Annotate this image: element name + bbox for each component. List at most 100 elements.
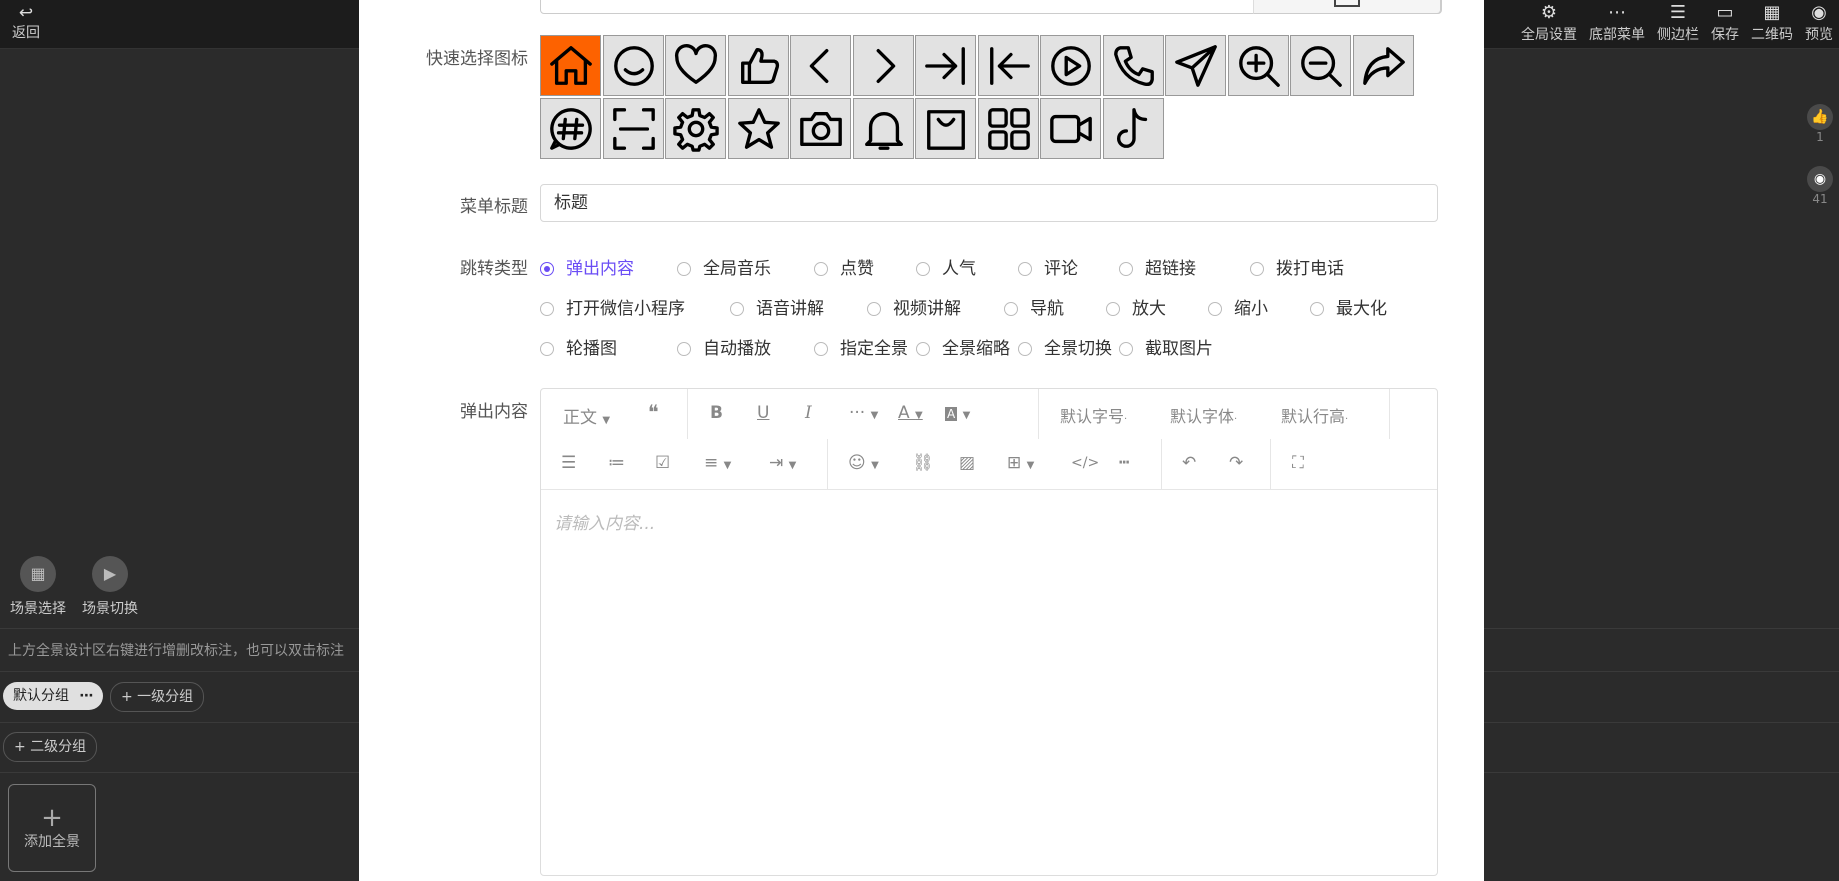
radio-circle[interactable] — [1018, 342, 1032, 356]
quick-icon-option[interactable] — [977, 35, 1039, 96]
bullet-list-icon[interactable]: ☰ — [561, 453, 576, 473]
radio-circle[interactable] — [1250, 262, 1264, 276]
divider-line-icon[interactable]: ┅ — [1119, 453, 1129, 473]
quick-icon-option[interactable] — [727, 35, 789, 96]
default-group-tab[interactable]: 默认分组 ⋯ — [3, 682, 104, 710]
quick-icon-option[interactable] — [540, 97, 601, 159]
toolbar-button-4[interactable]: ▦ 二维码 — [1745, 2, 1799, 44]
radio-circle[interactable] — [814, 262, 828, 276]
jump-type-radio[interactable]: 轮播图 — [540, 334, 617, 359]
quick-icon-option[interactable] — [602, 97, 664, 159]
menu-title-input[interactable] — [540, 184, 1438, 222]
add-level2-group-button[interactable]: + 二级分组 — [3, 732, 98, 762]
add-panorama-button[interactable]: + 添加全景 — [8, 784, 96, 872]
radio-circle[interactable] — [540, 262, 554, 276]
jump-type-radio[interactable]: 截取图片 — [1119, 334, 1213, 359]
jump-type-radio[interactable]: 最大化 — [1310, 294, 1387, 319]
radio-circle[interactable] — [1208, 302, 1222, 316]
quick-icon-option[interactable] — [852, 97, 914, 159]
emoji-icon[interactable]: ☺ ▼ — [848, 453, 879, 473]
quick-icon-option[interactable] — [1102, 97, 1164, 159]
radio-circle[interactable] — [677, 262, 691, 276]
jump-type-radio[interactable]: 放大 — [1106, 294, 1166, 319]
code-icon[interactable]: </> — [1071, 455, 1099, 471]
toolbar-button-0[interactable]: ⚙ 全局设置 — [1515, 2, 1583, 44]
quick-icon-option[interactable] — [1040, 97, 1101, 159]
quick-icon-option[interactable] — [790, 35, 851, 96]
editor-placeholder[interactable]: 请输入内容... — [554, 509, 655, 534]
icon-upload-button[interactable] — [1253, 0, 1441, 14]
scene-select-button[interactable]: ▦ 场景选择 — [6, 556, 70, 618]
jump-type-radio[interactable]: 全局音乐 — [677, 254, 771, 279]
quick-icon-option[interactable] — [665, 97, 726, 159]
jump-type-radio[interactable]: 全景缩略 — [916, 334, 1010, 359]
quick-icon-option[interactable] — [1102, 35, 1164, 96]
quick-icon-option[interactable] — [852, 35, 914, 96]
toolbar-button-5[interactable]: ◉ 预览 — [1799, 2, 1839, 44]
paragraph-select[interactable]: 正文 ▼ — [563, 403, 610, 428]
quick-icon-option[interactable] — [540, 35, 601, 96]
jump-type-radio[interactable]: 缩小 — [1208, 294, 1268, 319]
jump-type-radio[interactable]: 评论 — [1018, 254, 1078, 279]
quick-icon-option[interactable] — [915, 97, 976, 159]
redo-icon[interactable]: ↷ — [1229, 453, 1243, 473]
add-level1-group-button[interactable]: + 一级分组 — [110, 682, 205, 712]
jump-type-radio[interactable]: 人气 — [916, 254, 976, 279]
jump-type-radio[interactable]: 超链接 — [1119, 254, 1196, 279]
more-dots-icon[interactable]: ⋯ — [79, 688, 93, 704]
jump-type-radio[interactable]: 指定全景 — [814, 334, 908, 359]
link-icon[interactable]: ⛓ — [912, 453, 934, 473]
line-height-select[interactable]: 默认行高· — [1281, 403, 1348, 427]
radio-circle[interactable] — [1119, 262, 1133, 276]
jump-type-radio[interactable]: 打开微信小程序 — [540, 294, 685, 319]
more-style-icon[interactable]: ··· ▼ — [849, 403, 878, 423]
image-icon[interactable]: ▨ — [959, 453, 975, 473]
radio-circle[interactable] — [1004, 302, 1018, 316]
quick-icon-option[interactable] — [1165, 35, 1226, 96]
underline-icon[interactable]: U — [757, 403, 769, 423]
radio-circle[interactable] — [540, 342, 554, 356]
quick-icon-option[interactable] — [977, 97, 1039, 159]
quote-icon[interactable]: ❝ — [648, 400, 659, 424]
font-size-select[interactable]: 默认字号· — [1060, 403, 1127, 427]
quick-icon-option[interactable] — [1040, 35, 1101, 96]
toolbar-button-2[interactable]: ☰ 侧边栏 — [1651, 2, 1705, 44]
quick-icon-option[interactable] — [665, 35, 726, 96]
font-family-select[interactable]: 默认字体· — [1170, 403, 1237, 427]
todo-checkbox-icon[interactable]: ☑ — [655, 453, 670, 473]
radio-circle[interactable] — [1106, 302, 1120, 316]
radio-circle[interactable] — [1018, 262, 1032, 276]
radio-circle[interactable] — [677, 342, 691, 356]
jump-type-radio[interactable]: 拨打电话 — [1250, 254, 1344, 279]
radio-circle[interactable] — [1119, 342, 1133, 356]
radio-circle[interactable] — [540, 302, 554, 316]
radio-circle[interactable] — [916, 342, 930, 356]
radio-circle[interactable] — [730, 302, 744, 316]
view-indicator[interactable]: ◉ 41 — [1805, 166, 1835, 206]
bg-color-icon[interactable]: A ▼ — [945, 403, 970, 423]
fullscreen-icon[interactable]: ⛶ — [1292, 453, 1304, 473]
back-button[interactable]: ↩ 返回 — [6, 4, 46, 42]
jump-type-radio[interactable]: 视频讲解 — [867, 294, 961, 319]
quick-icon-option[interactable] — [602, 35, 664, 96]
radio-circle[interactable] — [867, 302, 881, 316]
quick-icon-option[interactable] — [790, 97, 851, 159]
quick-icon-option[interactable] — [915, 35, 976, 96]
indent-icon[interactable]: ⇥ ▼ — [769, 453, 796, 473]
toolbar-button-1[interactable]: ⋯ 底部菜单 — [1583, 2, 1651, 44]
font-color-icon[interactable]: A ▼ — [898, 403, 923, 423]
jump-type-radio[interactable]: 全景切换 — [1018, 334, 1112, 359]
scene-switch-button[interactable]: ▶ 场景切换 — [78, 556, 142, 618]
jump-type-radio[interactable]: 自动播放 — [677, 334, 771, 359]
radio-circle[interactable] — [916, 262, 930, 276]
jump-type-radio[interactable]: 点赞 — [814, 254, 874, 279]
bold-icon[interactable]: B — [710, 403, 723, 423]
jump-type-radio[interactable]: 语音讲解 — [730, 294, 824, 319]
align-icon[interactable]: ≡ ▼ — [704, 453, 731, 473]
quick-icon-option[interactable] — [1352, 35, 1414, 96]
toolbar-button-3[interactable]: ▭ 保存 — [1705, 2, 1745, 44]
italic-icon[interactable]: I — [805, 403, 812, 423]
quick-icon-option[interactable] — [727, 97, 789, 159]
radio-circle[interactable] — [814, 342, 828, 356]
radio-circle[interactable] — [1310, 302, 1324, 316]
